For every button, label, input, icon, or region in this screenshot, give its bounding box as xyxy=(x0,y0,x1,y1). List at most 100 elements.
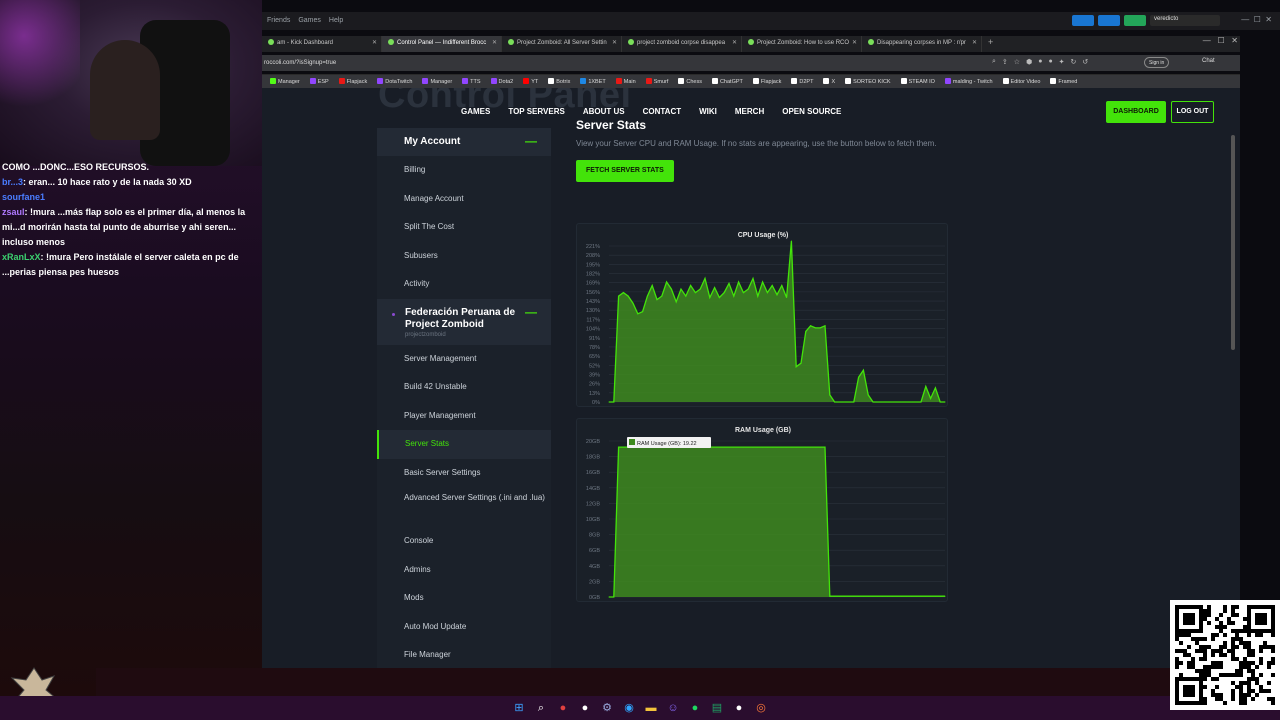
bookmark-item[interactable]: Smurf xyxy=(645,78,668,85)
extension-icon[interactable]: ⬢ xyxy=(1026,58,1032,66)
bookmark-item[interactable]: Editor Video xyxy=(1002,78,1040,85)
search-icon[interactable]: ⌕ xyxy=(532,699,550,717)
bookmark-item[interactable]: STEAM IO xyxy=(900,78,935,85)
os-menu-item[interactable]: Friends xyxy=(267,17,290,24)
sidebar-item-console[interactable]: Console xyxy=(377,527,551,556)
bookmark-item[interactable]: Flapjack xyxy=(752,78,781,85)
browser-tab[interactable]: Control Panel — Indifferent Brocc ✕ xyxy=(382,36,502,52)
bookmark-item[interactable]: ChatGPT xyxy=(711,78,743,85)
steam-icon[interactable]: ⚙ xyxy=(598,699,616,717)
bookmark-item[interactable]: Botrix xyxy=(548,78,570,85)
dashboard-button[interactable]: DASHBOARD xyxy=(1106,101,1166,123)
browser-window-controls[interactable]: — ☐ ✕ xyxy=(1203,36,1238,45)
document-icon[interactable]: ▤ xyxy=(708,699,726,717)
collapse-icon[interactable]: — xyxy=(525,305,537,319)
fetch-stats-button[interactable]: FETCH SERVER STATS xyxy=(576,160,674,182)
os-menu-item[interactable]: Help xyxy=(329,17,343,24)
tab-close-icon[interactable]: ✕ xyxy=(972,39,977,46)
ram-chart[interactable]: RAM Usage (GB) 20GB 18GB 16GB 14GB 12GB 10GB 8G… xyxy=(576,418,948,602)
edge-icon[interactable]: ◉ xyxy=(620,699,638,717)
folder-icon[interactable]: ▬ xyxy=(642,699,660,717)
nav-link-games[interactable]: GAMES xyxy=(461,107,490,116)
sidebar-item-basic-server-settings[interactable]: Basic Server Settings xyxy=(377,459,551,488)
tab-close-icon[interactable]: ✕ xyxy=(732,39,737,46)
extension-icon[interactable]: ✦ xyxy=(1059,58,1065,66)
bookmark-item[interactable]: SORTEO KICK xyxy=(845,78,891,85)
collapse-icon[interactable]: — xyxy=(525,134,537,148)
tab-close-icon[interactable]: ✕ xyxy=(492,39,497,46)
server-section-header[interactable]: Federación Peruana de Project Zomboid pr… xyxy=(377,298,551,345)
tray-button[interactable] xyxy=(1072,15,1094,26)
account-section-header[interactable]: My Account — xyxy=(377,128,551,156)
bookmark-item[interactable]: YT xyxy=(523,78,538,85)
browser-tab[interactable]: Project Zomboid: How to use RCO ✕ xyxy=(742,36,862,52)
tab-close-icon[interactable]: ✕ xyxy=(372,39,377,46)
sidebar-item-player-management[interactable]: Player Management xyxy=(377,402,551,431)
bookmark-star-icon[interactable]: ☆ xyxy=(1014,58,1020,66)
sidebar-item-auto-mod-update[interactable]: Auto Mod Update xyxy=(377,613,551,642)
sidebar-item-subusers[interactable]: Subusers xyxy=(377,242,551,271)
spotify-icon[interactable]: ● xyxy=(686,699,704,717)
bookmark-item[interactable]: Main xyxy=(615,78,636,85)
nav-link-top-servers[interactable]: TOP SERVERS xyxy=(508,107,564,116)
bookmark-item[interactable]: Manager xyxy=(422,78,452,85)
nav-link-wiki[interactable]: WIKI xyxy=(699,107,717,116)
tray-status[interactable] xyxy=(1124,15,1146,26)
tab-close-icon[interactable]: ✕ xyxy=(852,39,857,46)
extension-icon[interactable]: ● xyxy=(1038,58,1042,66)
bookmark-item[interactable]: Manager xyxy=(270,78,300,85)
sidebar-item-file-manager[interactable]: File Manager xyxy=(377,641,551,668)
bookmark-item[interactable]: DotaTwitch xyxy=(377,78,412,85)
start-icon[interactable]: ⊞ xyxy=(510,699,528,717)
sidebar-item-manage-account[interactable]: Manage Account xyxy=(377,185,551,214)
tab-close-icon[interactable]: ✕ xyxy=(612,39,617,46)
nav-link-about-us[interactable]: ABOUT US xyxy=(583,107,625,116)
bookmark-item[interactable]: X xyxy=(823,78,835,85)
browser-tab[interactable]: project zomboid corpse disappea ✕ xyxy=(622,36,742,52)
scroll-thumb[interactable] xyxy=(1231,135,1235,350)
sidebar-item-server-stats[interactable]: Server Stats xyxy=(377,430,551,459)
nav-link-open-source[interactable]: OPEN SOURCE xyxy=(782,107,841,116)
extension-icon[interactable]: ● xyxy=(1048,58,1052,66)
chrome-icon[interactable]: ◎ xyxy=(752,699,770,717)
sidebar-item-activity[interactable]: Activity xyxy=(377,270,551,299)
share-icon[interactable]: ⇪ xyxy=(1002,58,1008,66)
browser-tab[interactable]: am - Kick Dashboard ✕ xyxy=(262,36,382,52)
bookmark-item[interactable]: TTS xyxy=(462,78,481,85)
nav-link-merch[interactable]: MERCH xyxy=(735,107,764,116)
app-icon[interactable]: ● xyxy=(730,699,748,717)
logout-button[interactable]: LOG OUT xyxy=(1171,101,1214,123)
sign-in-button[interactable]: Sign in xyxy=(1144,57,1170,68)
url-input[interactable]: roccoli.com/?isSignup=true xyxy=(262,57,982,69)
history-icon[interactable]: ↺ xyxy=(1082,58,1088,66)
os-menu-item[interactable]: Games xyxy=(298,17,321,24)
sidebar-item-billing[interactable]: Billing xyxy=(377,156,551,185)
bookmark-item[interactable]: Flapjack xyxy=(338,78,367,85)
bookmark-item[interactable]: 1XBET xyxy=(580,78,606,85)
refresh-icon[interactable]: ↻ xyxy=(1071,58,1077,66)
app-icon[interactable]: ● xyxy=(554,699,572,717)
bookmark-item[interactable]: malding - Twitch xyxy=(944,78,993,85)
sidebar-item-admins[interactable]: Admins xyxy=(377,556,551,585)
sidebar-item-split-the-cost[interactable]: Split The Cost xyxy=(377,213,551,242)
window-controls[interactable]: — ☐ ✕ xyxy=(1241,15,1272,24)
app-icon[interactable]: ● xyxy=(576,699,594,717)
browser-tab[interactable]: Disappearing corpses in MP : r/pr ✕ xyxy=(862,36,982,52)
zoom-icon[interactable]: ⌕ xyxy=(992,58,996,66)
new-tab-button[interactable]: + xyxy=(982,36,999,52)
tray-button[interactable] xyxy=(1098,15,1120,26)
bookmark-item[interactable]: D2PT xyxy=(791,78,813,85)
cpu-chart[interactable]: CPU Usage (%) 221% 208% 195% 182% 169% 156% 143… xyxy=(576,223,948,407)
bookmark-item[interactable]: Dota2 xyxy=(490,78,513,85)
chat-button[interactable]: Chat xyxy=(1202,58,1215,64)
browser-tab[interactable]: Project Zomboid: All Server Settin ✕ xyxy=(502,36,622,52)
sidebar-item-advanced-server-settings-ini-and-lua[interactable]: Advanced Server Settings (.ini and .lua) xyxy=(377,487,551,527)
discord-icon[interactable]: ☺ xyxy=(664,699,682,717)
sidebar-item-mods[interactable]: Mods xyxy=(377,584,551,613)
bookmark-item[interactable]: ESP xyxy=(309,78,329,85)
sidebar-item-server-management[interactable]: Server Management xyxy=(377,345,551,374)
sidebar-item-build-42-unstable[interactable]: Build 42 Unstable xyxy=(377,373,551,402)
nav-link-contact[interactable]: CONTACT xyxy=(643,107,682,116)
bookmark-item[interactable]: Chess xyxy=(678,78,702,85)
bookmark-item[interactable]: Framed xyxy=(1050,78,1077,85)
